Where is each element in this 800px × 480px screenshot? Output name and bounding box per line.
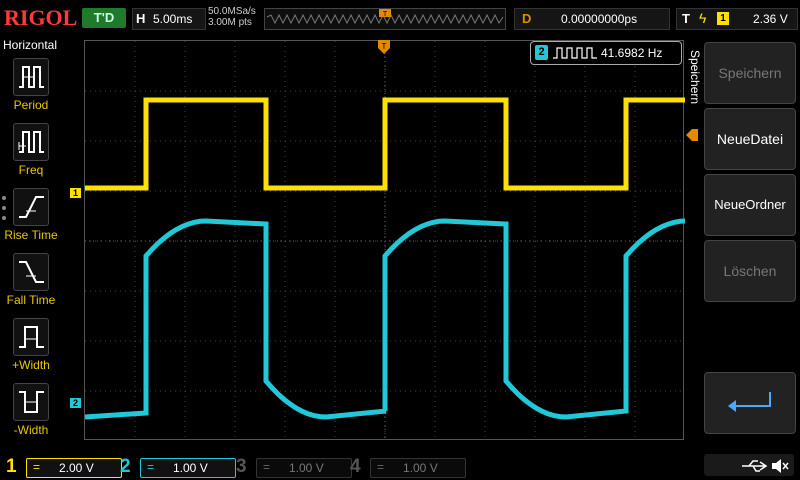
positive-width-label: +Width bbox=[12, 358, 50, 372]
trigger-tag: T bbox=[682, 11, 690, 26]
channel-number: 4 bbox=[350, 456, 361, 477]
channel-1-offset-marker[interactable]: 1 bbox=[70, 188, 81, 198]
fall-time-label: Fall Time bbox=[6, 293, 56, 307]
trigger-level-value: 2.36 V bbox=[753, 12, 788, 26]
new-file-button[interactable]: NeueDatei bbox=[704, 108, 796, 170]
channel-scale-value: 1.00 V bbox=[173, 461, 208, 475]
channel-1-trace bbox=[85, 97, 685, 191]
trigger-status-badge: T'D bbox=[82, 8, 126, 28]
measure-rise-time-button[interactable]: Rise Time bbox=[0, 188, 62, 248]
trigger-source-badge: 1 bbox=[717, 12, 729, 25]
svg-text:T: T bbox=[383, 11, 388, 18]
channel-number: 3 bbox=[236, 456, 247, 477]
freq-icon bbox=[13, 123, 49, 161]
delay-display[interactable]: D 0.00000000ps bbox=[514, 8, 670, 30]
horizontal-scale-value: 5.00ms bbox=[153, 12, 193, 26]
delay-value: 0.00000000ps bbox=[561, 12, 638, 26]
channel-3-indicator[interactable]: 3 = 1.00 V bbox=[236, 456, 352, 478]
positive-width-icon bbox=[13, 318, 49, 356]
measure-positive-width-button[interactable]: +Width bbox=[0, 318, 62, 378]
measurement-channel-badge: 2 bbox=[535, 45, 548, 60]
horizontal-tag: H bbox=[136, 11, 146, 26]
channel-number: 1 bbox=[6, 456, 17, 477]
system-status bbox=[704, 454, 794, 476]
rise-time-icon bbox=[13, 188, 49, 226]
trigger-position-marker[interactable]: T bbox=[378, 40, 390, 61]
memory-overview-strip: T bbox=[264, 8, 506, 30]
usb-icon bbox=[742, 460, 768, 472]
measure-fall-time-button[interactable]: Fall Time bbox=[0, 253, 62, 313]
speaker-muted-icon bbox=[772, 459, 789, 473]
channel-number: 2 bbox=[120, 456, 131, 477]
channel-2-offset-marker[interactable]: 2 bbox=[70, 398, 81, 408]
frequency-value: 41.6982 Hz bbox=[601, 46, 663, 60]
channel-scale-value: 1.00 V bbox=[403, 461, 438, 475]
negative-width-label: -Width bbox=[13, 423, 49, 437]
rigol-logo: RIGOL bbox=[4, 5, 78, 30]
coupling-icon: = bbox=[263, 460, 271, 474]
return-arrow-icon bbox=[728, 392, 771, 412]
coupling-icon: = bbox=[33, 460, 41, 474]
channel-2-trace bbox=[84, 218, 747, 420]
fall-time-icon bbox=[13, 253, 49, 291]
freq-label: Freq bbox=[18, 163, 44, 177]
negative-width-icon bbox=[13, 383, 49, 421]
sample-rate: 50.0MSa/s bbox=[208, 6, 256, 17]
channel-scale-value: 2.00 V bbox=[59, 461, 94, 475]
channel-1-indicator[interactable]: 1 = 2.00 V bbox=[6, 456, 122, 478]
return-button[interactable] bbox=[704, 372, 796, 434]
coupling-icon: = bbox=[377, 460, 385, 474]
delay-tag: D bbox=[522, 11, 532, 26]
channel-4-indicator[interactable]: 4 = 1.00 V bbox=[350, 456, 466, 478]
delete-button[interactable]: Löschen bbox=[704, 240, 796, 302]
waveform-display[interactable] bbox=[84, 40, 747, 441]
channel-scale-box: = 1.00 V bbox=[256, 458, 352, 478]
horizontal-scale-display[interactable]: H 5.00ms bbox=[132, 8, 206, 30]
channel-scale-box: = 1.00 V bbox=[140, 458, 236, 478]
channel-scale-value: 1.00 V bbox=[289, 461, 324, 475]
svg-text:T: T bbox=[382, 42, 387, 51]
measure-menu-title: Horizontal bbox=[3, 38, 58, 52]
channel-scale-box: = 1.00 V bbox=[370, 458, 466, 478]
period-icon bbox=[13, 58, 49, 96]
sample-info: 50.0MSa/s 3.00M pts bbox=[208, 6, 256, 28]
coupling-icon: = bbox=[147, 460, 155, 474]
channel-scale-box: = 2.00 V bbox=[26, 458, 122, 478]
measure-negative-width-button[interactable]: -Width bbox=[0, 383, 62, 443]
frequency-measurement: 2 41.6982 Hz bbox=[530, 41, 682, 65]
save-menu-title: Speichern bbox=[688, 50, 702, 105]
trigger-level-marker[interactable] bbox=[686, 128, 698, 146]
new-folder-button[interactable]: NeueOrdner bbox=[704, 174, 796, 236]
measure-freq-button[interactable]: Freq bbox=[0, 123, 62, 183]
square-wave-icon bbox=[553, 47, 597, 59]
channel-2-indicator[interactable]: 2 = 1.00 V bbox=[120, 456, 236, 478]
trigger-display[interactable]: T ϟ 1 2.36 V bbox=[676, 8, 798, 30]
memory-depth: 3.00M pts bbox=[208, 17, 252, 28]
period-label: Period bbox=[13, 98, 49, 112]
memory-waveform-icon: T bbox=[266, 9, 504, 25]
rise-time-label: Rise Time bbox=[4, 228, 58, 242]
save-button[interactable]: Speichern bbox=[704, 42, 796, 104]
measure-period-button[interactable]: Period bbox=[0, 58, 62, 118]
rising-edge-icon: ϟ bbox=[699, 10, 707, 26]
waveform-svg bbox=[84, 41, 747, 441]
